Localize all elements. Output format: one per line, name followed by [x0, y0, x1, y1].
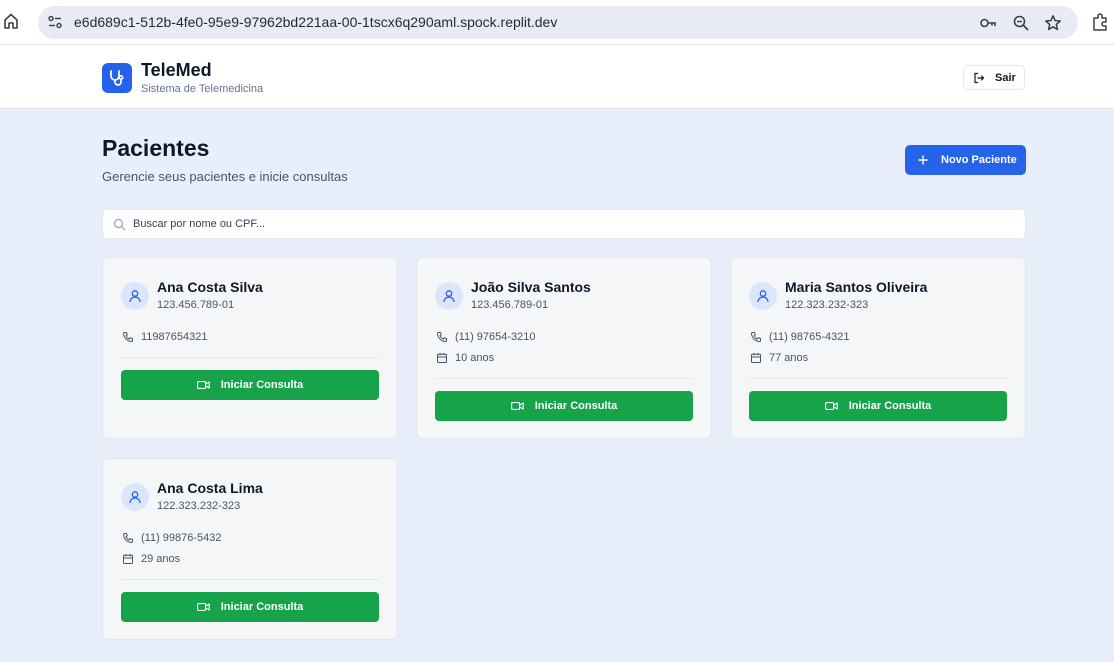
zoom-icon[interactable] — [1012, 14, 1030, 32]
video-icon — [196, 381, 210, 389]
video-icon — [824, 402, 838, 410]
site-settings-icon[interactable] — [47, 14, 63, 30]
start-consultation-label: Iniciar Consulta — [220, 379, 304, 391]
age-row: 10 anos — [436, 352, 494, 364]
patient-card: Ana Costa Silva 123.456.789-01 119876543… — [102, 257, 398, 439]
start-consultation-button[interactable]: Iniciar Consulta — [121, 370, 379, 400]
phone-row: (11) 98765-4321 — [750, 331, 850, 343]
logo — [102, 63, 132, 93]
phone-icon — [122, 533, 133, 544]
divider — [749, 378, 1007, 379]
stethoscope-icon — [110, 70, 124, 86]
age-row: 29 anos — [122, 553, 180, 565]
browser-toolbar: e6d689c1-512b-4fe0-95e9-97962bd221aa-00-… — [0, 0, 1114, 45]
page-title: Pacientes — [102, 135, 210, 161]
phone-row: (11) 97654-3210 — [436, 331, 536, 343]
divider — [435, 378, 693, 379]
patient-cpf: 123.456.789-01 — [471, 299, 549, 311]
extensions-icon[interactable] — [1090, 12, 1110, 32]
user-icon — [129, 290, 141, 303]
avatar — [435, 282, 463, 310]
phone-icon — [436, 332, 447, 343]
search-bar — [102, 209, 1026, 239]
phone-icon — [750, 332, 761, 343]
logout-label: Sair — [995, 71, 1016, 84]
patient-card: Ana Costa Lima 122.323.232-323 (11) 9987… — [102, 458, 398, 640]
divider — [121, 579, 379, 580]
new-patient-label: Novo Paciente — [941, 154, 1017, 166]
key-icon[interactable] — [979, 14, 997, 32]
patient-age: 10 anos — [455, 352, 495, 364]
calendar-icon — [123, 554, 133, 565]
patient-card: Maria Santos Oliveira 122.323.232-323 (1… — [730, 257, 1026, 439]
start-consultation-button[interactable]: Iniciar Consulta — [121, 592, 379, 622]
home-icon[interactable] — [3, 12, 19, 30]
patient-phone: (11) 97654-3210 — [455, 331, 536, 343]
start-consultation-button[interactable]: Iniciar Consulta — [435, 391, 693, 421]
search-input[interactable] — [133, 210, 1013, 238]
phone-row: 11987654321 — [122, 331, 207, 343]
avatar — [121, 483, 149, 511]
start-consultation-button[interactable]: Iniciar Consulta — [749, 391, 1007, 421]
avatar — [121, 282, 149, 310]
calendar-icon — [751, 353, 761, 364]
patient-name: Ana Costa Silva — [157, 279, 263, 295]
patient-cpf: 122.323.232-323 — [785, 299, 869, 311]
brand-name: TeleMed — [141, 60, 212, 80]
user-icon — [757, 290, 769, 303]
url-text[interactable]: e6d689c1-512b-4fe0-95e9-97962bd221aa-00-… — [74, 14, 557, 30]
search-icon — [113, 218, 126, 231]
divider — [121, 357, 379, 358]
patient-cpf: 123.456.789-01 — [157, 299, 235, 311]
page-subtitle: Gerencie seus pacientes e inicie consult… — [102, 169, 348, 184]
user-icon — [129, 491, 141, 504]
patient-cpf: 122.323.232-323 — [157, 500, 241, 512]
patient-phone: 11987654321 — [141, 331, 208, 343]
patient-name: Maria Santos Oliveira — [785, 279, 928, 295]
calendar-icon — [437, 353, 447, 364]
patient-name: Ana Costa Lima — [157, 480, 263, 496]
patient-phone: (11) 99876-5432 — [141, 532, 222, 544]
start-consultation-label: Iniciar Consulta — [848, 400, 932, 412]
phone-icon — [122, 332, 133, 343]
video-icon — [196, 603, 210, 611]
start-consultation-label: Iniciar Consulta — [534, 400, 618, 412]
start-consultation-label: Iniciar Consulta — [220, 601, 304, 613]
app-header: TeleMed Sistema de Telemedicina Sair — [0, 45, 1114, 109]
logout-button[interactable]: Sair — [963, 65, 1025, 90]
video-icon — [510, 402, 524, 410]
patient-card: João Silva Santos 123.456.789-01 (11) 97… — [416, 257, 712, 439]
patient-age: 77 anos — [769, 352, 809, 364]
user-icon — [443, 290, 455, 303]
new-patient-button[interactable]: Novo Paciente — [905, 145, 1026, 175]
address-bar[interactable]: e6d689c1-512b-4fe0-95e9-97962bd221aa-00-… — [38, 6, 1078, 39]
logout-icon — [974, 72, 985, 83]
patient-phone: (11) 98765-4321 — [769, 331, 850, 343]
patient-age: 29 anos — [141, 553, 181, 565]
patient-name: João Silva Santos — [471, 279, 591, 295]
phone-row: (11) 99876-5432 — [122, 532, 222, 544]
brand-subtitle: Sistema de Telemedicina — [141, 83, 264, 95]
bookmark-star-icon[interactable] — [1044, 14, 1062, 32]
age-row: 77 anos — [750, 352, 808, 364]
avatar — [749, 282, 777, 310]
plus-icon — [918, 155, 928, 165]
